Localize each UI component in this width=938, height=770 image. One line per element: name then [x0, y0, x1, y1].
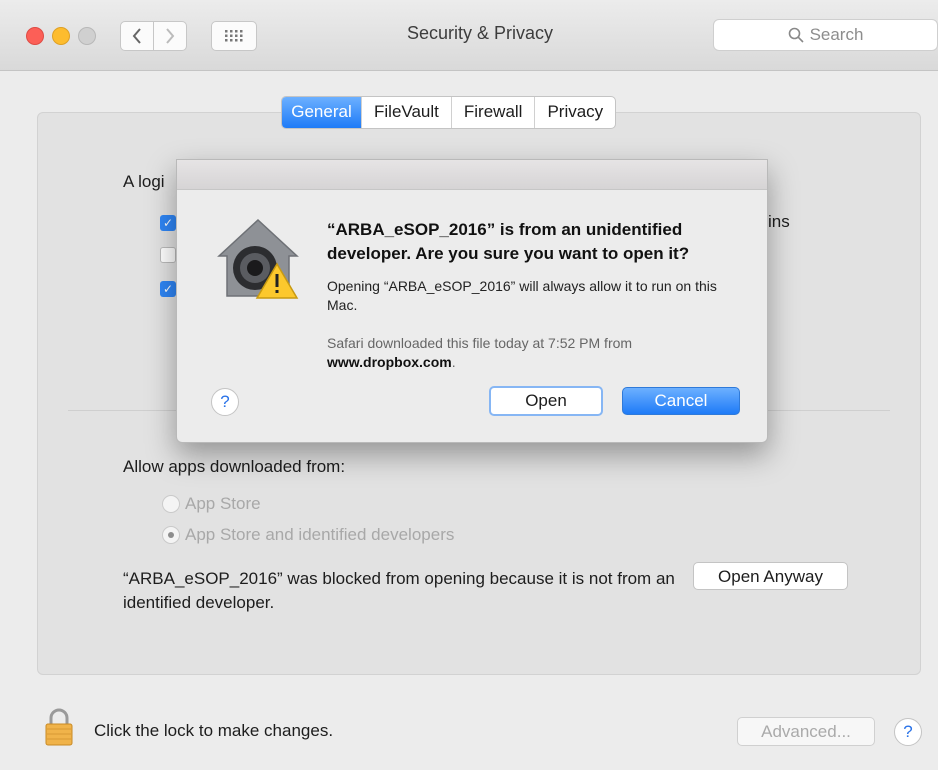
dialog-message: Opening “ARBA_eSOP_2016” will always all… — [327, 278, 717, 313]
help-button[interactable]: ? — [894, 718, 922, 746]
minimize-window-button[interactable] — [52, 27, 70, 45]
download-source: www.dropbox.com — [327, 354, 452, 370]
search-icon — [788, 27, 804, 43]
open-anyway-button[interactable]: Open Anyway — [693, 562, 848, 590]
search-field[interactable]: Search — [713, 19, 938, 51]
show-all-button[interactable] — [211, 21, 257, 51]
login-option-partial: ins — [768, 212, 790, 231]
tab-firewall[interactable]: Firewall — [452, 97, 536, 128]
radio-label: App Store and identified developers — [185, 525, 455, 544]
forward-button[interactable] — [153, 21, 187, 51]
download-info-period: . — [451, 354, 456, 370]
chevron-left-icon — [132, 28, 141, 44]
tab-bar: General FileVault Firewall Privacy — [281, 96, 617, 129]
radio-app-store-identified[interactable]: App Store and identified developers — [162, 525, 454, 545]
dialog-help-button[interactable]: ? — [211, 388, 239, 416]
checkbox-2[interactable] — [160, 247, 176, 263]
tab-privacy[interactable]: Privacy — [535, 97, 615, 128]
dialog-title: “ARBA_eSOP_2016” is from an unidentified… — [327, 220, 690, 263]
open-button[interactable]: Open — [489, 386, 603, 416]
chevron-right-icon — [166, 28, 175, 44]
cancel-button[interactable]: Cancel — [622, 387, 740, 415]
dialog-download-info: Safari downloaded this file today at 7:5… — [327, 334, 737, 372]
radio-label: App Store — [185, 494, 261, 513]
checkbox-1[interactable]: ✓ — [160, 215, 176, 231]
grid-icon — [225, 30, 243, 42]
download-info-text: Safari downloaded this file today at 7:5… — [327, 335, 633, 351]
back-button[interactable] — [120, 21, 154, 51]
dialog-header-bar — [177, 160, 767, 190]
gatekeeper-warning-icon — [217, 218, 299, 299]
search-placeholder: Search — [809, 25, 864, 44]
radio-button[interactable] — [162, 526, 180, 544]
close-window-button[interactable] — [26, 27, 44, 45]
advanced-button[interactable]: Advanced... — [737, 717, 875, 746]
security-alert-dialog: “ARBA_eSOP_2016” is from an unidentified… — [176, 159, 768, 443]
radio-button[interactable] — [162, 495, 180, 513]
radio-app-store[interactable]: App Store — [162, 494, 261, 514]
window-titlebar: Security & Privacy Search — [0, 0, 938, 71]
allow-apps-label: Allow apps downloaded from: — [123, 457, 346, 476]
tab-filevault[interactable]: FileVault — [362, 97, 452, 128]
login-text-partial: A logi — [123, 172, 165, 191]
blocked-message: “ARBA_eSOP_2016” was blocked from openin… — [123, 569, 675, 612]
window-title: Security & Privacy — [406, 23, 554, 43]
lock-icon[interactable] — [44, 707, 74, 747]
zoom-window-button[interactable] — [78, 27, 96, 45]
tab-general[interactable]: General — [282, 97, 362, 128]
checkbox-3[interactable]: ✓ — [160, 281, 176, 297]
lock-label: Click the lock to make changes. — [94, 721, 334, 740]
